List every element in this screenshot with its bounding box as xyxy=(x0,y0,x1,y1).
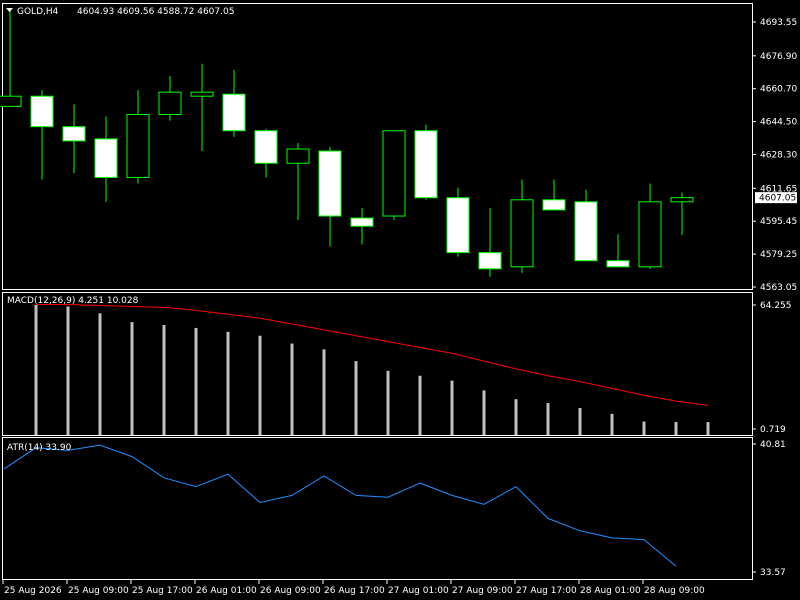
macd-bar xyxy=(34,304,38,435)
macd-bar xyxy=(386,370,390,435)
macd-bar xyxy=(290,343,294,435)
price-tick-label: 4628.30 xyxy=(760,151,797,161)
macd-bar xyxy=(482,390,486,435)
macd-tick-label: 0.719 xyxy=(760,425,786,435)
macd-bar xyxy=(130,322,134,435)
macd-bar xyxy=(546,403,550,435)
price-tick-label: 4595.45 xyxy=(760,217,797,227)
atr-tick-label: 40.81 xyxy=(760,440,786,450)
macd-bar xyxy=(98,313,102,435)
time-tick-label: 28 Aug 09:00 xyxy=(644,586,705,596)
candle-body xyxy=(510,199,534,268)
price-tick-label: 4676.90 xyxy=(760,52,797,62)
candle[interactable] xyxy=(414,124,438,200)
price-tick-label: 4660.70 xyxy=(760,85,797,95)
macd-bar xyxy=(578,407,582,435)
macd-bar xyxy=(418,375,422,435)
price-tick-label: 4579.25 xyxy=(760,250,797,260)
macd-bar xyxy=(674,422,678,435)
macd-title: MACD(12,26,9) 4.251 10.028 xyxy=(7,296,139,306)
current-price-marker: 4607.05 xyxy=(755,192,797,204)
candle-body xyxy=(286,148,310,164)
time-tick-label: 26 Aug 01:00 xyxy=(196,586,257,596)
macd-bar xyxy=(514,399,518,435)
time-tick-label: 27 Aug 01:00 xyxy=(388,586,449,596)
candle-body xyxy=(126,113,150,178)
trading-chart[interactable]: 4693.554676.904660.704644.504628.304611.… xyxy=(0,0,800,600)
macd-bar xyxy=(354,361,358,435)
time-tick-label: 27 Aug 09:00 xyxy=(452,586,513,596)
time-tick-label: 26 Aug 09:00 xyxy=(260,586,321,596)
macd-bar xyxy=(162,325,166,435)
current-price-label: 4607.05 xyxy=(759,194,796,204)
atr-title: ATR(14) 33.90 xyxy=(7,443,72,453)
macd-tick-label: 64.255 xyxy=(760,301,792,311)
price-tick-label: 4563.05 xyxy=(760,283,797,293)
candle-body xyxy=(446,197,470,254)
macd-bar xyxy=(194,327,198,435)
macd-bar xyxy=(450,380,454,435)
candle-body xyxy=(478,252,502,270)
time-tick-label: 25 Aug 2026 xyxy=(4,586,62,596)
candle-body xyxy=(62,126,86,142)
candle[interactable] xyxy=(382,130,406,221)
candle-body xyxy=(94,138,118,178)
time-tick-label: 25 Aug 09:00 xyxy=(68,586,129,596)
macd-bar xyxy=(642,421,646,435)
price-tick-label: 4693.55 xyxy=(760,18,797,28)
time-tick-label: 25 Aug 17:00 xyxy=(132,586,193,596)
candle-body xyxy=(606,260,630,268)
time-tick-label: 28 Aug 01:00 xyxy=(580,586,641,596)
candle-body xyxy=(222,93,246,132)
macd-bar xyxy=(258,335,262,435)
ohlc-label: 4604.93 4609.56 4588.72 4607.05 xyxy=(77,7,234,17)
macd-bar xyxy=(226,331,230,435)
candle-body xyxy=(382,130,406,217)
candle[interactable] xyxy=(446,187,470,257)
macd-bar xyxy=(322,349,326,435)
candle-body xyxy=(638,201,662,268)
candle-body xyxy=(190,91,214,97)
candle-body xyxy=(670,197,694,203)
candle-body xyxy=(318,150,342,217)
candle-body xyxy=(0,95,22,107)
candle-body xyxy=(254,130,278,164)
macd-bar xyxy=(610,413,614,435)
candle-body xyxy=(350,217,374,227)
candle-body xyxy=(30,95,54,128)
candle-body xyxy=(542,199,566,211)
candle-body xyxy=(414,130,438,199)
symbol-label: GOLD,H4 xyxy=(17,7,59,17)
price-tick-label: 4644.50 xyxy=(760,118,797,128)
macd-bar xyxy=(66,306,70,435)
symbol-header: GOLD,H4 4604.93 4609.56 4588.72 4607.05 xyxy=(6,7,234,17)
atr-tick-label: 33.57 xyxy=(760,568,786,578)
macd-bar xyxy=(706,422,710,435)
candle-body xyxy=(574,201,598,262)
time-tick-label: 26 Aug 17:00 xyxy=(324,586,385,596)
candle-body xyxy=(158,91,182,115)
time-tick-label: 27 Aug 17:00 xyxy=(516,586,577,596)
